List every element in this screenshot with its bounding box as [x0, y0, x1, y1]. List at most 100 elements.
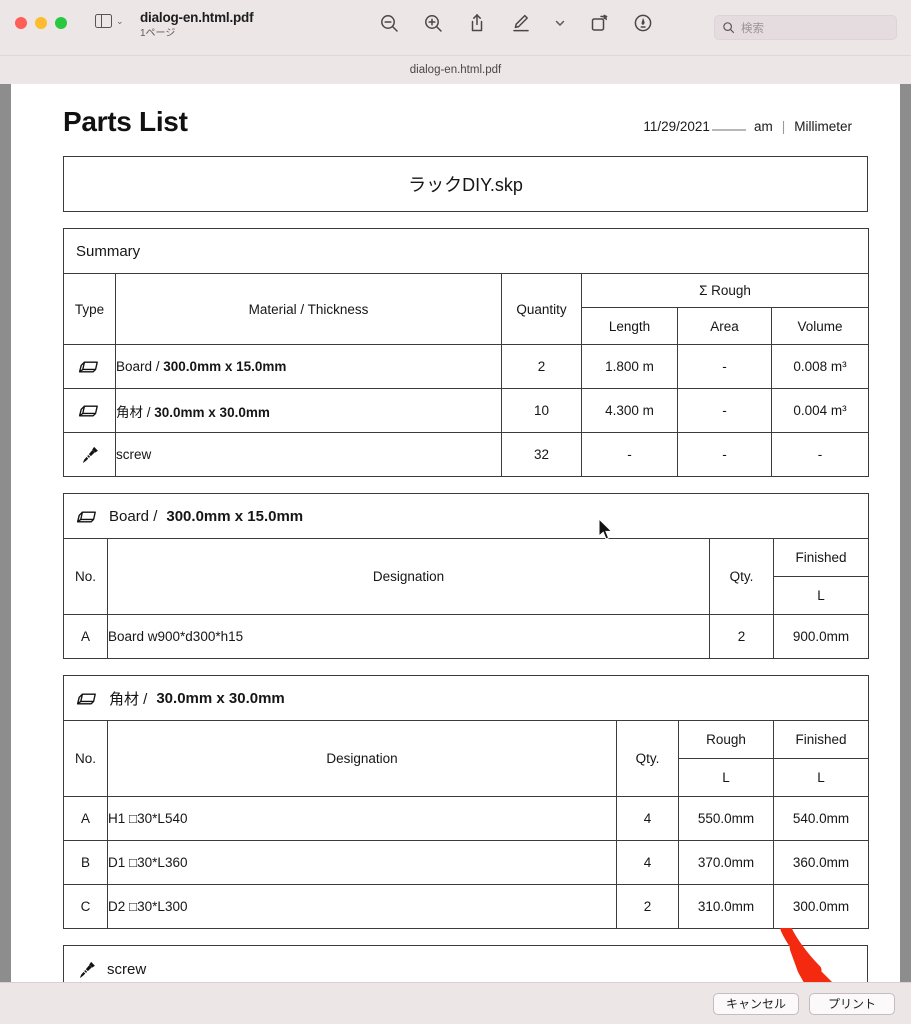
board-header-designation: Designation — [107, 538, 710, 615]
model-filename-box: ラックDIY.skp — [63, 156, 868, 212]
board-icon — [76, 507, 100, 524]
window-toolbar: ⌄ dialog-en.html.pdf 1ページ 検索 — [0, 0, 911, 56]
board-header-finished-sub: L — [772, 576, 870, 615]
kakuzai-row-no: B — [63, 840, 108, 885]
board-icon — [76, 689, 100, 706]
summary-length: 4.300 m — [581, 388, 678, 433]
board-icon — [63, 344, 116, 389]
page-title: Parts List — [63, 106, 188, 137]
summary-material: Board / 300.0mm x 15.0mm — [115, 344, 502, 389]
chevron-down-icon[interactable] — [554, 12, 566, 34]
summary-material: screw — [115, 432, 502, 477]
summary-header-material: Material / Thickness — [115, 273, 502, 345]
summary-header-group: Σ Rough — [580, 273, 870, 308]
material-thickness: 300.0mm x 15.0mm — [163, 359, 287, 374]
screw-icon — [63, 432, 116, 477]
window-subtitle: dialog-en.html.pdf — [0, 56, 911, 84]
kakuzai-header-row-1: No. Designation Qty. Rough Finished — [63, 720, 870, 797]
board-row-designation: Board w900*d300*h15 — [107, 614, 710, 659]
mouse-cursor — [598, 517, 614, 542]
document-unit: Millimeter — [794, 119, 852, 134]
kakuzai-caption-size: 30.0mm x 30.0mm — [156, 689, 285, 707]
summary-table-block: Summary Type Material / Thickness Quanti… — [62, 228, 870, 477]
preview-window: ⌄ dialog-en.html.pdf 1ページ 検索 dialog-en.h… — [0, 0, 911, 1024]
summary-area: - — [677, 344, 772, 389]
kakuzai-row-designation: D2 □30*L300 — [107, 884, 617, 929]
board-section-caption: Board / 300.0mm x 15.0mm — [64, 494, 868, 538]
markup-pen-icon[interactable] — [510, 12, 532, 34]
material-name: screw — [116, 447, 152, 462]
table-row: A Board w900*d300*h15 2 900.0mm — [63, 614, 870, 659]
document-title-block[interactable]: dialog-en.html.pdf 1ページ — [140, 10, 254, 39]
search-icon — [723, 22, 735, 34]
material-name: 角材 / — [116, 404, 155, 420]
kakuzai-header-rough-sub: L — [678, 758, 774, 797]
kakuzai-header-finished-sub: L — [772, 758, 870, 797]
board-section-block: Board / 300.0mm x 15.0mm No. Designation… — [62, 493, 870, 659]
board-row-qty: 2 — [709, 614, 774, 659]
board-icon — [63, 388, 116, 433]
board-header-row-1: No. Designation Qty. Finished — [63, 538, 870, 615]
summary-header-length: Length — [581, 307, 678, 345]
screw-icon — [76, 959, 98, 981]
toolbar-tools — [378, 12, 654, 34]
kakuzai-row-qty: 4 — [616, 840, 679, 885]
time-blank-field — [711, 118, 746, 131]
table-row: screw 32 - - - — [63, 432, 870, 477]
summary-area: - — [677, 432, 772, 477]
share-icon[interactable] — [466, 12, 488, 34]
meta-separator: | — [781, 119, 786, 134]
table-row: C D2 □30*L300 2 310.0mm 300.0mm — [63, 884, 870, 929]
cancel-button[interactable]: キャンセル — [713, 992, 799, 1015]
zoom-out-icon[interactable] — [378, 12, 400, 34]
board-header-qty: Qty. — [709, 538, 774, 615]
kakuzai-row-rough: 370.0mm — [678, 840, 774, 885]
summary-quantity: 32 — [501, 432, 582, 477]
board-header-finished: Finished — [772, 538, 870, 577]
kakuzai-row-finished: 360.0mm — [772, 840, 870, 885]
kakuzai-caption-row: 角材 / 30.0mm x 30.0mm — [62, 675, 870, 721]
kakuzai-row-no: A — [63, 796, 108, 841]
board-header-no: No. — [63, 538, 108, 615]
summary-header-row-1: Type Material / Thickness Quantity Σ Rou… — [63, 273, 870, 345]
sidebar-toggle-button[interactable]: ⌄ — [95, 14, 124, 28]
document-page-count: 1ページ — [140, 27, 176, 39]
board-row-no: A — [63, 614, 108, 659]
rotate-icon[interactable] — [588, 12, 610, 34]
search-field[interactable]: 検索 — [714, 15, 897, 40]
kakuzai-table: 角材 / 30.0mm x 30.0mm No. Designation Qty… — [62, 675, 870, 929]
material-name: Board / — [116, 359, 164, 374]
kakuzai-row-finished: 300.0mm — [772, 884, 870, 929]
summary-quantity: 10 — [501, 388, 582, 433]
kakuzai-section-block: 角材 / 30.0mm x 30.0mm No. Designation Qty… — [62, 675, 870, 929]
table-row: A H1 □30*L540 4 550.0mm 540.0mm — [63, 796, 870, 841]
minimize-window-button[interactable] — [35, 17, 47, 29]
kakuzai-header-finished: Finished — [772, 720, 870, 759]
kakuzai-caption-text: 角材 / — [109, 690, 148, 708]
print-button[interactable]: プリント — [809, 992, 895, 1015]
document-title: dialog-en.html.pdf — [140, 10, 254, 25]
summary-material: 角材 / 30.0mm x 30.0mm — [115, 388, 502, 433]
zoom-in-icon[interactable] — [422, 12, 444, 34]
summary-length: 1.800 m — [581, 344, 678, 389]
close-window-button[interactable] — [15, 17, 27, 29]
chevron-down-icon: ⌄ — [116, 15, 124, 26]
kakuzai-header-rough: Rough — [678, 720, 774, 759]
table-row: 角材 / 30.0mm x 30.0mm 10 4.300 m - 0.004 … — [63, 388, 870, 433]
board-caption-row: Board / 300.0mm x 15.0mm — [62, 493, 870, 539]
summary-quantity: 2 — [501, 344, 582, 389]
model-filename: ラックDIY.skp — [408, 175, 523, 195]
kakuzai-row-no: C — [63, 884, 108, 929]
kakuzai-section-caption: 角材 / 30.0mm x 30.0mm — [64, 676, 868, 720]
sidebar-icon — [95, 14, 112, 28]
kakuzai-row-designation: D1 □30*L360 — [107, 840, 617, 885]
annotate-icon[interactable] — [632, 12, 654, 34]
kakuzai-row-finished: 540.0mm — [772, 796, 870, 841]
print-dialog-bar: キャンセル プリント — [0, 982, 911, 1024]
summary-caption: Summary — [76, 242, 141, 260]
kakuzai-header-qty: Qty. — [616, 720, 679, 797]
board-caption-text: Board / — [109, 507, 158, 525]
summary-area: - — [677, 388, 772, 433]
maximize-window-button[interactable] — [55, 17, 67, 29]
summary-volume: 0.008 m³ — [770, 344, 870, 389]
